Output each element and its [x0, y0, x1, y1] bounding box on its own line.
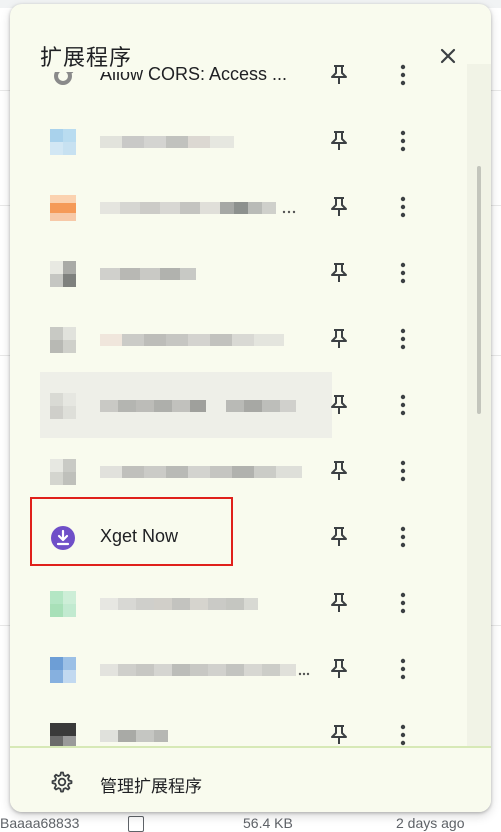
more-vert-icon — [400, 262, 406, 284]
pin-icon — [331, 395, 347, 414]
more-vert-icon — [400, 328, 406, 350]
pin-icon — [331, 329, 347, 348]
extension-row-blurred[interactable] — [10, 636, 465, 702]
more-options-button[interactable] — [388, 60, 418, 90]
pin-icon — [331, 263, 347, 282]
pin-button[interactable] — [324, 522, 354, 552]
blurred-extension-name — [100, 730, 168, 742]
more-options-button[interactable] — [388, 258, 418, 288]
blurred-extension-name — [100, 598, 258, 610]
pin-button[interactable] — [324, 60, 354, 90]
background-file-size: 56.4 KB — [243, 815, 293, 831]
blurred-extension-name — [100, 334, 284, 346]
pin-button[interactable] — [324, 192, 354, 222]
popup-title: 扩展程序 — [40, 40, 139, 72]
pin-icon — [331, 527, 347, 546]
pin-button[interactable] — [324, 324, 354, 354]
extension-name: Xget Now — [100, 526, 179, 546]
extension-row-blurred[interactable] — [10, 306, 465, 372]
blurred-extension-icon — [50, 195, 76, 221]
extension-row-blurred[interactable] — [10, 108, 465, 174]
extension-row-blurred[interactable] — [10, 174, 465, 240]
blurred-extension-icon — [50, 591, 76, 617]
more-options-button[interactable] — [388, 654, 418, 684]
pin-button[interactable] — [324, 654, 354, 684]
more-vert-icon — [400, 724, 406, 746]
blurred-extension-name — [100, 466, 302, 478]
extensions-list: Allow CORS: Access ... Xget Now — [10, 4, 491, 746]
blurred-extension-name — [100, 202, 296, 214]
more-options-button[interactable] — [388, 522, 418, 552]
extension-row-xget-now[interactable]: Xget Now — [10, 504, 465, 570]
more-vert-icon — [400, 64, 406, 86]
extension-row-blurred[interactable] — [10, 438, 465, 504]
pin-button[interactable] — [324, 720, 354, 746]
more-vert-icon — [400, 658, 406, 680]
blurred-extension-icon — [50, 657, 76, 683]
pin-button[interactable] — [324, 126, 354, 156]
extension-row-actions — [10, 372, 465, 438]
pin-button[interactable] — [324, 390, 354, 420]
blurred-extension-icon — [50, 723, 76, 746]
extension-row-blurred[interactable] — [10, 240, 465, 306]
extension-row-blurred[interactable] — [10, 570, 465, 636]
more-options-button[interactable] — [388, 390, 418, 420]
blurred-extension-icon — [50, 129, 76, 155]
pin-button[interactable] — [324, 456, 354, 486]
more-options-button[interactable] — [388, 456, 418, 486]
manage-extensions-button[interactable]: 管理扩展程序 — [10, 746, 491, 812]
more-vert-icon — [400, 196, 406, 218]
scrollbar-thumb[interactable] — [477, 166, 481, 414]
blurred-extension-name — [100, 136, 234, 148]
pin-icon — [331, 659, 347, 678]
background-file-name: Baaaa68833 — [0, 815, 80, 831]
close-icon — [440, 48, 456, 64]
more-vert-icon — [400, 592, 406, 614]
file-icon — [128, 816, 144, 832]
more-options-button[interactable] — [388, 192, 418, 222]
gear-icon — [51, 771, 73, 793]
blurred-extension-icon — [50, 459, 76, 485]
more-vert-icon — [400, 460, 406, 482]
more-options-button[interactable] — [388, 588, 418, 618]
more-vert-icon — [400, 394, 406, 416]
more-vert-icon — [400, 130, 406, 152]
blurred-extension-icon — [50, 261, 76, 287]
blurred-extension-icon — [50, 327, 76, 353]
manage-extensions-label: 管理扩展程序 — [100, 777, 202, 797]
pin-icon — [331, 131, 347, 150]
background-file-row: Baaaa68833 56.4 KB 2 days ago — [0, 812, 501, 832]
more-options-button[interactable] — [388, 720, 418, 746]
blurred-extension-name — [100, 268, 196, 280]
extensions-popup: Allow CORS: Access ... Xget Now 扩展程序 管理扩… — [10, 4, 491, 812]
close-button[interactable] — [430, 38, 466, 74]
xget-now-icon — [51, 526, 75, 550]
pin-icon — [331, 197, 347, 216]
pin-button[interactable] — [324, 258, 354, 288]
extension-row-blurred[interactable] — [10, 702, 465, 746]
more-vert-icon — [400, 526, 406, 548]
pin-icon — [331, 593, 347, 612]
pin-icon — [331, 461, 347, 480]
background-file-date: 2 days ago — [396, 815, 465, 831]
pin-button[interactable] — [324, 588, 354, 618]
pin-icon — [331, 65, 347, 84]
more-options-button[interactable] — [388, 324, 418, 354]
blurred-extension-name — [100, 664, 310, 676]
more-options-button[interactable] — [388, 126, 418, 156]
pin-icon — [331, 725, 347, 744]
